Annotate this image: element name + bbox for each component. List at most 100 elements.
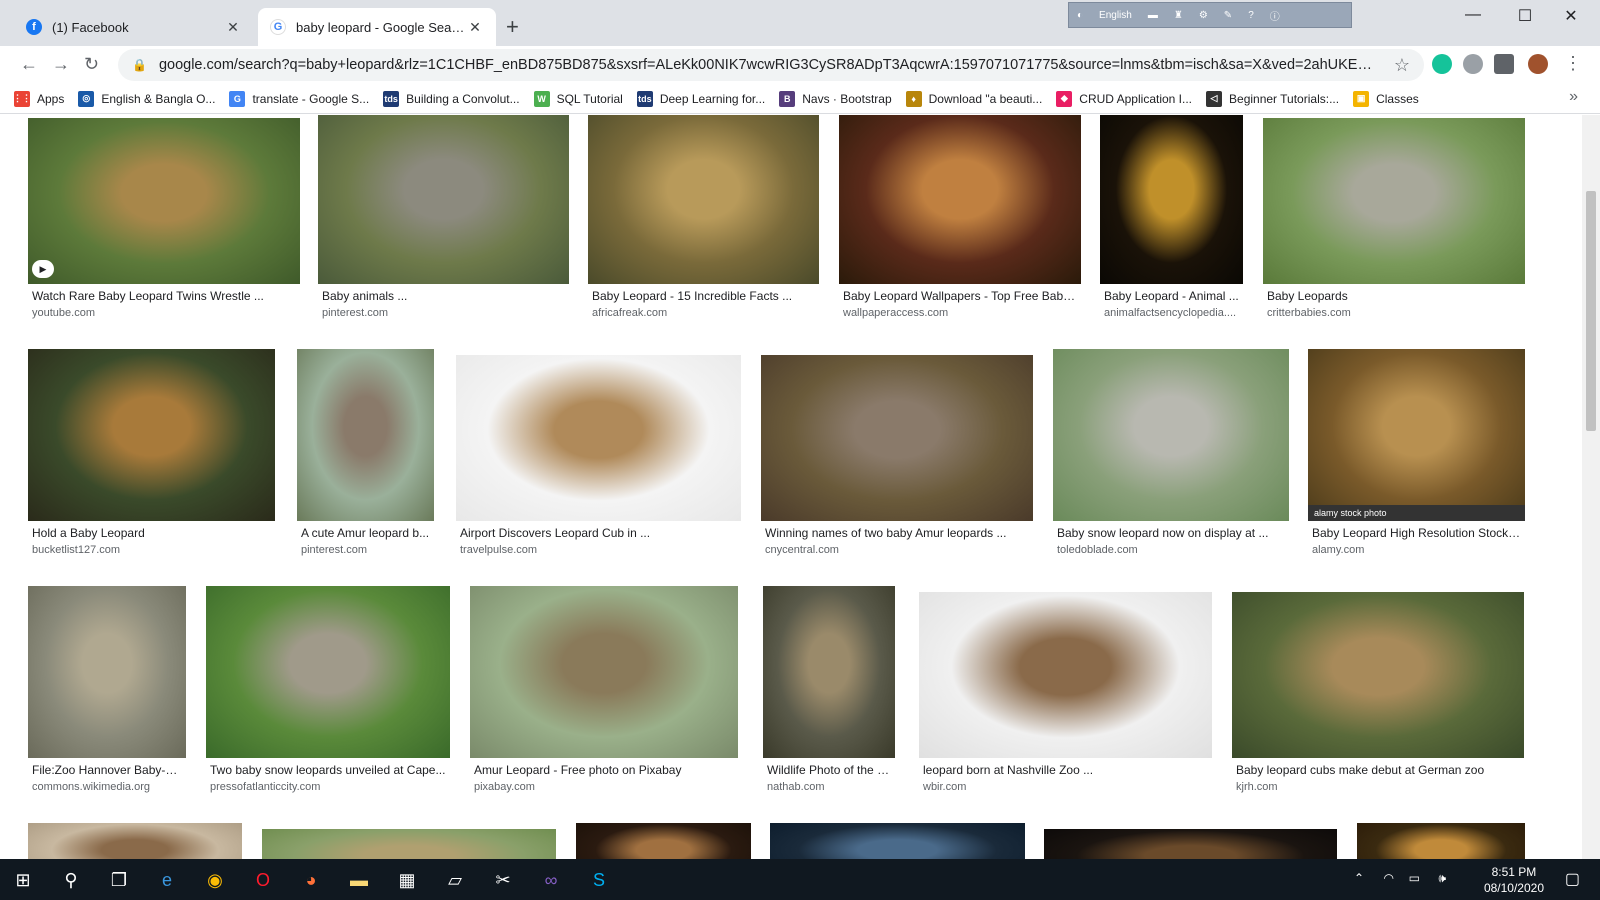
tool-app-icon[interactable]: ✂ <box>490 867 516 893</box>
new-tab-button[interactable]: + <box>506 14 519 40</box>
result-source[interactable]: pinterest.com <box>301 544 430 556</box>
result-source[interactable]: bucketlist127.com <box>32 544 271 556</box>
ime-language[interactable]: English <box>1099 10 1132 21</box>
result-caption[interactable]: leopard born at Nashville Zoo ... <box>923 763 1208 777</box>
lock-icon[interactable]: 🔒 <box>132 58 147 72</box>
scrollbar[interactable] <box>1582 115 1600 859</box>
result-caption[interactable]: Baby Leopard - 15 Incredible Facts ... <box>592 289 815 303</box>
address-bar[interactable]: 🔒 google.com/search?q=baby+leopard&rlz=1… <box>118 49 1424 81</box>
result-thumbnail[interactable] <box>919 592 1212 758</box>
result-source[interactable]: travelpulse.com <box>460 544 737 556</box>
result-source[interactable]: kjrh.com <box>1236 781 1520 793</box>
result-thumbnail[interactable]: ▶ <box>28 118 300 284</box>
result-caption[interactable]: Baby Leopard Wallpapers - Top Free Baby.… <box>843 289 1077 303</box>
result-caption[interactable]: Hold a Baby Leopard <box>32 526 271 540</box>
skype-icon[interactable]: S <box>586 867 612 893</box>
result-source[interactable]: pixabay.com <box>474 781 734 793</box>
result-source[interactable]: toledoblade.com <box>1057 544 1285 556</box>
start-icon[interactable]: ⊞ <box>10 867 36 893</box>
result-caption[interactable]: Baby Leopard High Resolution Stock ... <box>1312 526 1521 540</box>
result-thumbnail[interactable] <box>576 823 751 859</box>
tab-facebook[interactable]: f (1) Facebook ✕ <box>14 8 254 46</box>
result-thumbnail[interactable] <box>588 115 819 284</box>
result-thumbnail[interactable] <box>839 115 1081 284</box>
task-view-icon[interactable]: ❐ <box>106 867 132 893</box>
result-source[interactable]: youtube.com <box>32 307 296 319</box>
result-thumbnail[interactable] <box>28 349 275 521</box>
bookmark-item[interactable]: Gtranslate - Google S... <box>229 90 369 107</box>
network-app-icon[interactable]: ▦ <box>394 867 420 893</box>
result-caption[interactable]: Amur Leopard - Free photo on Pixabay <box>474 763 734 777</box>
result-thumbnail[interactable] <box>761 355 1033 521</box>
search-icon[interactable]: ⚲ <box>58 867 84 893</box>
chrome-icon[interactable]: ◉ <box>202 867 228 893</box>
chevron-up-icon[interactable]: ⌃ <box>1354 871 1364 885</box>
help-icon[interactable]: ? <box>1248 10 1254 21</box>
result-source[interactable]: cnycentral.com <box>765 544 1029 556</box>
result-thumbnail[interactable] <box>28 823 242 859</box>
notification-icon[interactable]: ▢ <box>1565 869 1580 889</box>
result-source[interactable]: alamy.com <box>1312 544 1521 556</box>
bookmark-item[interactable]: ◎ English & Bangla O... <box>78 90 215 107</box>
grammarly-icon[interactable] <box>1432 54 1452 74</box>
gear-icon[interactable]: ⚙ <box>1199 10 1208 21</box>
clock[interactable]: 8:51 PM 08/10/2020 <box>1484 864 1544 896</box>
result-caption[interactable]: Baby Leopard - Animal ... <box>1104 289 1239 303</box>
forward-arrow-icon[interactable]: → <box>52 54 70 75</box>
result-thumbnail[interactable] <box>206 586 450 758</box>
bookmark-item[interactable]: W SQL Tutorial <box>533 90 623 107</box>
result-thumbnail[interactable] <box>262 829 556 859</box>
visual-studio-icon[interactable]: ∞ <box>538 867 564 893</box>
result-source[interactable]: africafreak.com <box>592 307 815 319</box>
globe-extension-icon[interactable] <box>1463 54 1483 74</box>
result-caption[interactable]: Wildlife Photo of the W... <box>767 763 891 777</box>
result-caption[interactable]: Baby Leopards <box>1267 289 1521 303</box>
result-caption[interactable]: Baby animals ... <box>322 289 565 303</box>
bookmark-item[interactable]: ▣ Classes <box>1353 90 1419 107</box>
info-icon[interactable]: ⓘ <box>1270 8 1280 23</box>
result-caption[interactable]: Baby snow leopard now on display at ... <box>1057 526 1285 540</box>
result-source[interactable]: pressofatlanticcity.com <box>210 781 446 793</box>
wifi-icon[interactable]: ◠ <box>1384 871 1394 885</box>
opera-icon[interactable]: O <box>250 867 276 893</box>
result-thumbnail[interactable] <box>297 349 434 521</box>
result-caption[interactable]: File:Zoo Hannover Baby-L... <box>32 763 182 777</box>
result-source[interactable]: commons.wikimedia.org <box>32 781 182 793</box>
menu-dots-icon[interactable]: ⋮ <box>1564 53 1582 74</box>
result-source[interactable]: nathab.com <box>767 781 891 793</box>
result-thumbnail[interactable] <box>763 586 895 758</box>
tab-google-search[interactable]: G baby leopard - Google Search ✕ <box>258 8 496 46</box>
volume-icon[interactable]: 🕪 <box>1438 871 1446 886</box>
edge-icon[interactable]: e <box>154 867 180 893</box>
close-window-button[interactable]: ✕ <box>1548 6 1594 26</box>
close-icon[interactable]: ✕ <box>224 19 242 36</box>
result-thumbnail[interactable] <box>1357 823 1525 859</box>
bookmark-star-icon[interactable]: ☆ <box>1394 55 1410 76</box>
bookmark-item[interactable]: ◆ CRUD Application I... <box>1056 90 1192 107</box>
result-thumbnail[interactable] <box>456 355 741 521</box>
chevron-right-icon[interactable]: » <box>1569 88 1578 106</box>
result-thumbnail[interactable] <box>770 823 1025 859</box>
result-caption[interactable]: Two baby snow leopards unveiled at Cape.… <box>210 763 446 777</box>
result-caption[interactable]: Winning names of two baby Amur leopards … <box>765 526 1029 540</box>
result-source[interactable]: pinterest.com <box>322 307 565 319</box>
result-thumbnail[interactable]: alamy stock photo <box>1308 349 1525 521</box>
result-source[interactable]: animalfactsencyclopedia.... <box>1104 307 1239 319</box>
scrollbar-thumb[interactable] <box>1586 191 1596 431</box>
maximize-button[interactable]: ☐ <box>1502 6 1548 26</box>
close-icon[interactable]: ✕ <box>466 19 484 36</box>
result-thumbnail[interactable] <box>318 115 569 284</box>
result-thumbnail[interactable] <box>470 586 738 758</box>
bookmark-item[interactable]: tds Building a Convolut... <box>383 90 520 107</box>
notepad-app-icon[interactable]: ▱ <box>442 867 468 893</box>
ime-language-bar[interactable]: ◐ English ▬ ♜ ⚙ ✎ ? ⓘ <box>1068 2 1352 28</box>
result-thumbnail[interactable] <box>1044 829 1337 859</box>
result-thumbnail[interactable] <box>1232 592 1524 758</box>
bookmark-item[interactable]: tds Deep Learning for... <box>636 90 765 107</box>
result-source[interactable]: critterbabies.com <box>1267 307 1521 319</box>
result-thumbnail[interactable] <box>1263 118 1525 284</box>
ime-pin-icon[interactable]: ♜ <box>1174 10 1183 21</box>
result-caption[interactable]: Baby leopard cubs make debut at German z… <box>1236 763 1520 777</box>
avatar[interactable] <box>1528 54 1548 74</box>
address-url[interactable]: google.com/search?q=baby+leopard&rlz=1C1… <box>159 57 1380 73</box>
